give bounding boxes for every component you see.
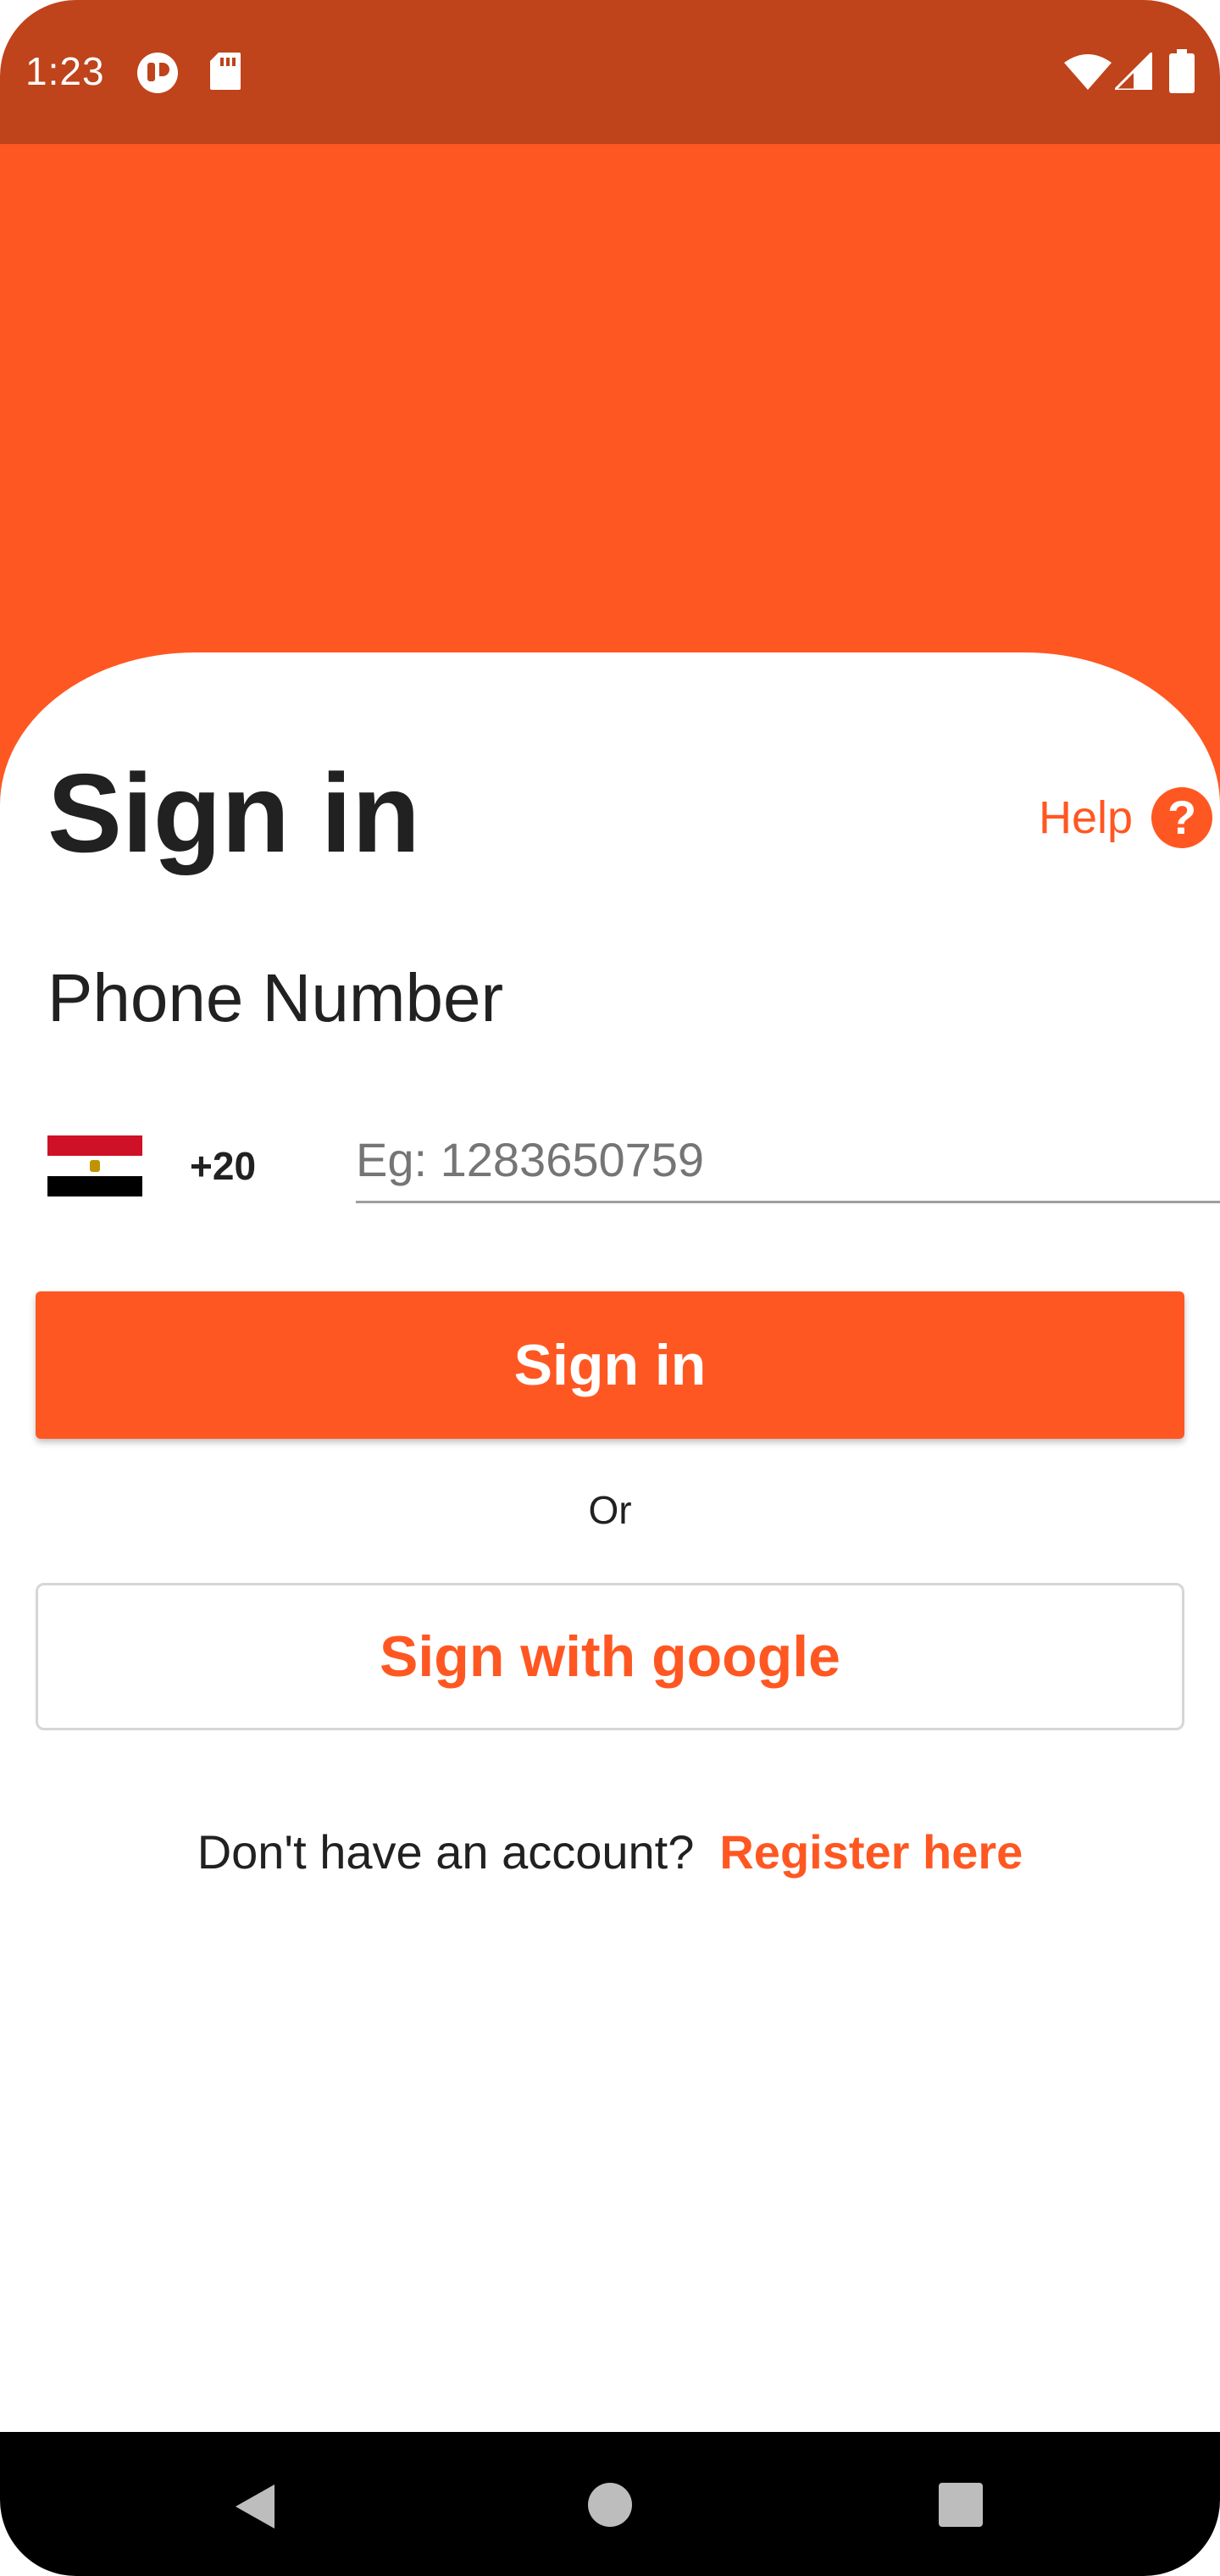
- register-prompt: Don't have an account?: [197, 1825, 695, 1879]
- register-row: Don't have an account? Register here: [0, 1818, 1220, 1886]
- egypt-flag-icon[interactable]: [47, 1135, 142, 1196]
- help-icon: ?: [1151, 787, 1213, 848]
- wifi-icon: [1064, 53, 1112, 94]
- home-icon[interactable]: [588, 2483, 632, 2527]
- back-icon[interactable]: [236, 2484, 274, 2529]
- phone-number-input[interactable]: [356, 1119, 1220, 1203]
- status-bar: 1:23: [0, 0, 1220, 144]
- signin-sheet: [0, 652, 1220, 2432]
- notification-app-icon: [136, 51, 180, 99]
- battery-icon: [1169, 49, 1195, 97]
- country-dial-code[interactable]: +20: [190, 1141, 256, 1191]
- register-link[interactable]: Register here: [719, 1825, 1023, 1879]
- signal-icon: [1112, 49, 1154, 94]
- page-title: Sign in: [47, 751, 420, 875]
- help-label: Help: [1039, 792, 1134, 843]
- app-screen: 1:23 Sign in Help ? Phone Number +20 Eg:…: [0, 0, 1220, 2576]
- or-divider-text: Or: [588, 1488, 632, 1532]
- recents-icon[interactable]: [939, 2483, 983, 2527]
- status-time: 1:23: [25, 49, 105, 93]
- help-button[interactable]: Help ?: [1039, 781, 1213, 854]
- sd-card-icon: [208, 51, 242, 96]
- phone-number-label: Phone Number: [47, 960, 504, 1035]
- google-signin-button[interactable]: Sign with google: [36, 1583, 1184, 1730]
- signin-button[interactable]: Sign in: [36, 1291, 1184, 1439]
- navigation-bar: [0, 2432, 1220, 2576]
